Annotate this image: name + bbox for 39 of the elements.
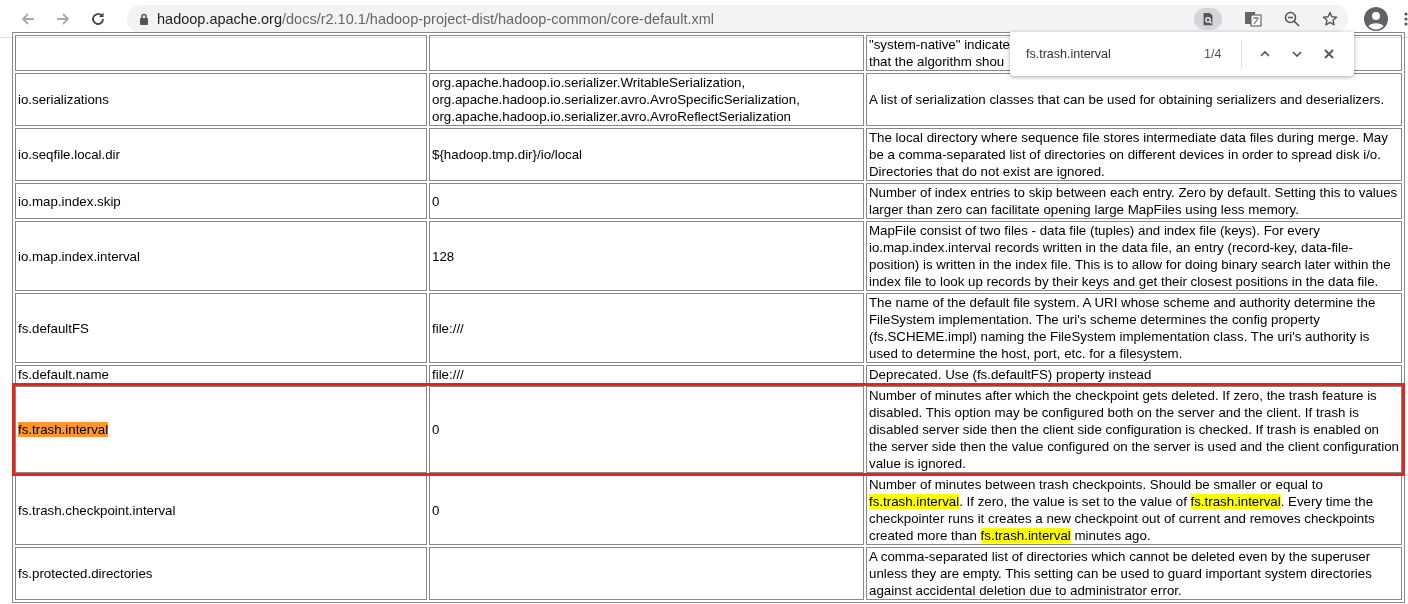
table-cell: Deprecated. Use (fs.defaultFS) property instead <box>866 365 1402 384</box>
table-cell: The local directory where sequence file stores intermediate data files during merge. May be a comma-separated list of directories on different devices in order to spread disk i/o. Directories that do not exist are ignored. <box>866 128 1402 181</box>
table-cell: 0 <box>429 475 864 545</box>
property-name: io.map.index.interval <box>18 248 140 264</box>
close-icon[interactable] <box>1322 47 1337 61</box>
description-text: "system-native" indicate <box>869 37 1010 52</box>
property-name: fs.default.name <box>18 367 109 382</box>
match-count: 1/4 <box>1204 47 1222 61</box>
star-icon[interactable] <box>1322 10 1338 27</box>
table-cell: 0 <box>429 183 864 219</box>
table-cell: org.apache.hadoop.io.serializer.WritableSerialization, org.apache.hadoop.io.serializer.avro.AvroSpecificSerialization, org.apache.hadoop.io.serializer.avro.AvroReflectSerialization <box>429 73 864 126</box>
property-name: fs.trash.checkpoint.interval <box>18 502 176 518</box>
table-cell: file:/// <box>429 293 864 363</box>
profile-avatar-icon[interactable] <box>1364 6 1388 31</box>
translate-icon[interactable] <box>1244 10 1262 27</box>
table-cell: 128 <box>429 221 864 291</box>
address-bar[interactable]: hadoop.apache.org/docs/r2.10.1/hadoop-project-dist/hadoop-common/core-default.xml <box>127 4 1348 33</box>
zoom-out-icon[interactable] <box>1284 10 1300 27</box>
table-cell: ${hadoop.tmp.dir}/io/local <box>429 128 864 181</box>
table-cell: A comma-separated list of directories which cannot be deleted even by the superuser unless they are empty. This setting can be used to guard important system directories against accidental deletion due to administrator error. <box>866 547 1402 600</box>
property-name: fs.protected.directories <box>18 566 153 581</box>
table-cell: 0 <box>429 386 864 473</box>
property-name: io.seqfile.local.dir <box>18 147 120 162</box>
property-name: io.map.index.skip <box>18 193 121 209</box>
table-cell: The name of the default file system. A URI whose scheme and authority determine the FileSystem implementation. The uri's scheme determines the config property (fs.SCHEME.impl) naming the FileSystem implementation class. The uri's authority is used to determine the host, port, etc. for a filesystem. <box>866 293 1402 363</box>
lock-icon <box>139 12 149 25</box>
menu-icon[interactable] <box>1404 10 1408 27</box>
table-cell: Number of minutes after which the checkpoint gets deleted. If zero, the trash feature is disabled. This option may be configured both on the server and the client. If trash is disabled server side then the client side configuration is checked. If trash is enabled on the server side then the value configured on the server is used and the client configuration value is ignored. <box>866 386 1402 473</box>
find-field[interactable]: fs.trash.interval <box>1026 47 1176 61</box>
property-name: io.serializations <box>18 92 109 107</box>
reload-icon[interactable] <box>90 10 106 27</box>
table-cell: Number of index entries to skip between each entry. Zero by default. Setting this to values larger than zero can facilitate opening large MapFiles using less memory. <box>866 183 1402 219</box>
property-name: fs.defaultFS <box>18 320 89 336</box>
table-cell: file:/// <box>429 365 864 384</box>
url-text: hadoop.apache.org/docs/r2.10.1/hadoop-project-dist/hadoop-common/core-default.xml <box>157 10 714 27</box>
property-name: fs.trash.interval <box>18 422 109 437</box>
find-in-page-icon[interactable] <box>1194 7 1222 30</box>
description-text: that the algorithm shou <box>869 54 1005 69</box>
table-cell: MapFile consist of two files - data file (tuples) and index file (keys). For every io.map.index.interval records written in the data file, an entry (record-key, data-file-position) is written in the index file. This is to allow for doing binary search later within the index file to look up records by their keys and get their closest positions in the data file. <box>866 221 1402 291</box>
